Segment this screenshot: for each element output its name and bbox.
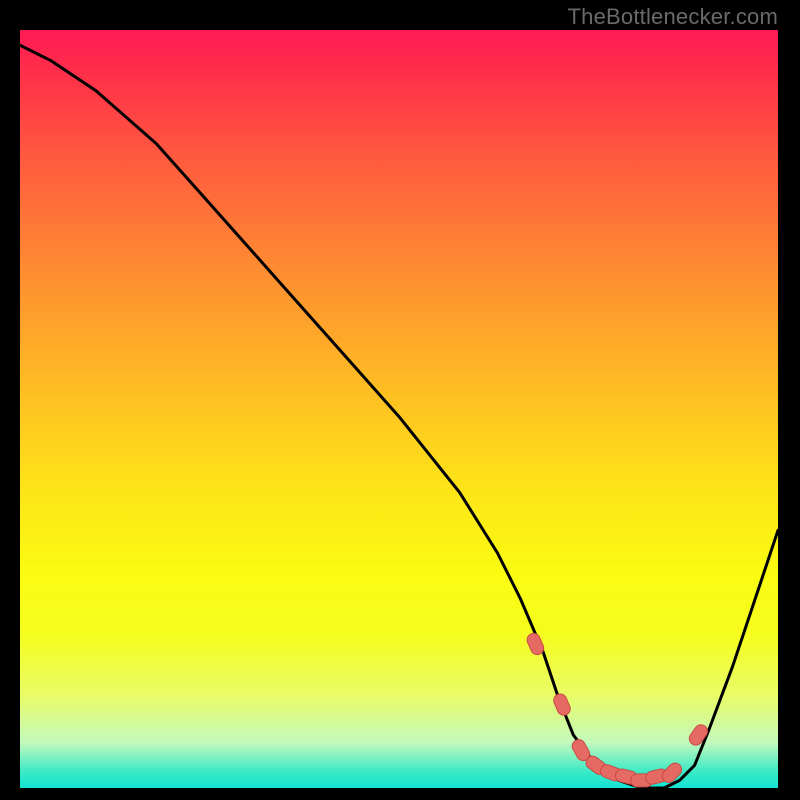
bottleneck-curve [20,45,778,788]
chart-svg [20,30,778,788]
optimum-marker [552,692,573,717]
chart-frame [20,30,778,788]
optimum-marker [687,722,710,747]
optimum-markers [525,631,710,787]
watermark-text: TheBottlenecker.com [568,4,778,30]
